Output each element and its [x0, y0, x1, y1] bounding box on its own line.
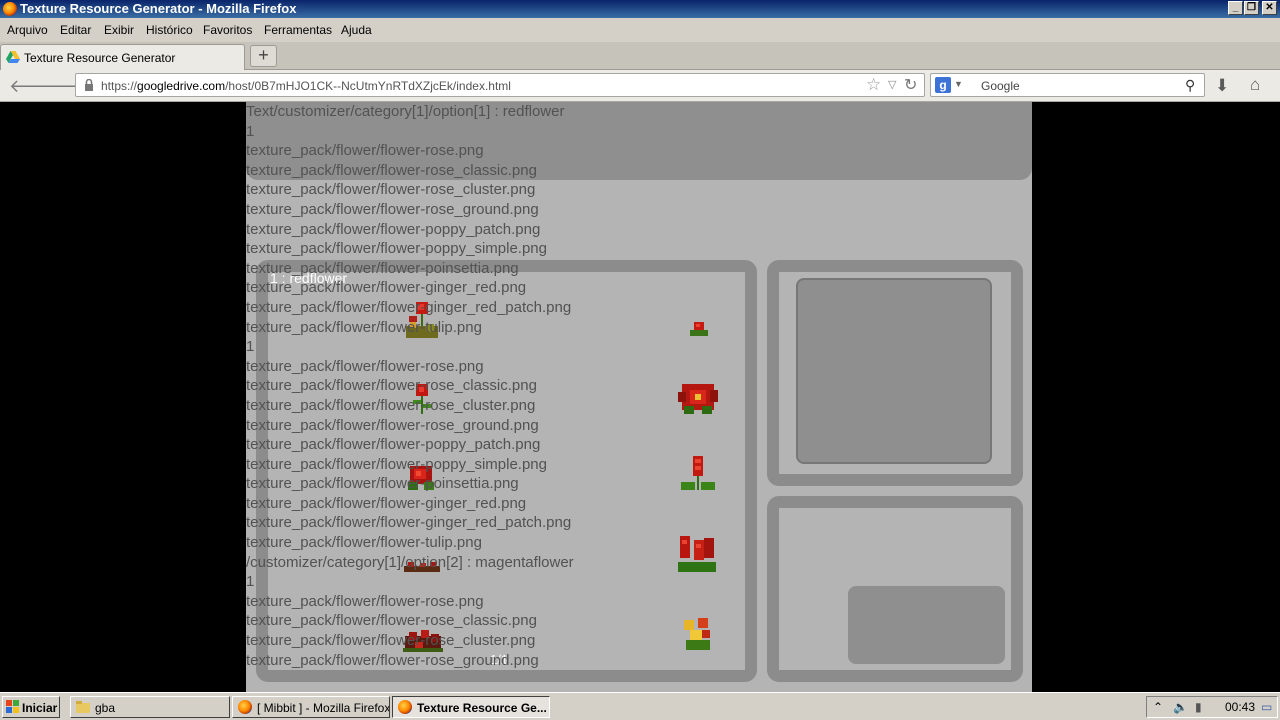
new-tab-button[interactable]: + [250, 45, 277, 67]
google-drive-icon [6, 51, 20, 63]
lock-icon [85, 79, 93, 91]
overlay-line: texture_pack/flower/flower-rose_cluster.… [246, 181, 536, 199]
overlay-line: texture_pack/flower/flower-poppy_patch.p… [246, 220, 541, 238]
search-icon[interactable]: ⚲ [1185, 77, 1195, 94]
overlay-line: texture_pack/flower/flower-rose.png [246, 357, 484, 375]
overlay-line: texture_pack/flower/flower-poppy_patch.p… [246, 436, 541, 454]
overlay-line: texture_pack/flower/flower-poinsettia.pn… [246, 259, 519, 277]
start-button[interactable]: Iniciar [2, 696, 60, 718]
firefox-icon [3, 2, 17, 16]
debug-text-overlay: Text/customizer/category[1]/option[1] : … [246, 102, 1032, 670]
overlay-line: texture_pack/flower/flower-tulip.png [246, 534, 482, 552]
engine-dropdown-icon[interactable]: ▼ [954, 79, 963, 89]
tab-texture-resource-generator[interactable]: Texture Resource Generator [0, 44, 245, 70]
overlay-line: texture_pack/flower/flower-rose_cluster.… [246, 396, 536, 414]
close-button[interactable]: ✕ [1262, 1, 1277, 15]
home-icon[interactable]: ⌂ [1250, 75, 1260, 95]
address-bar[interactable]: https://googledrive.com/host/0B7mHJO1CK-… [75, 73, 925, 97]
menu-historico[interactable]: Histórico [146, 23, 193, 37]
texture-generator-app: 1 : redflower 1/1 Text/customizer/catego… [246, 102, 1032, 692]
taskbar-item-label: gba [95, 701, 116, 715]
url-path: /host/0B7mHJO1CK--NcUtmYnRTdXZjcEk/index… [225, 79, 511, 93]
overlay-line: texture_pack/flower/flower-poppy_simple.… [246, 455, 547, 473]
google-engine-icon[interactable]: g [935, 77, 951, 93]
menu-favoritos[interactable]: Favoritos [203, 23, 252, 37]
bookmark-star-icon[interactable]: ☆ [866, 75, 881, 95]
menu-ferramentas[interactable]: Ferramentas [264, 23, 332, 37]
menu-exibir[interactable]: Exibir [104, 23, 134, 37]
overlay-line: texture_pack/flower/flower-ginger_red.pn… [246, 279, 527, 297]
overlay-line: 1 [246, 338, 255, 356]
url-text: https://googledrive.com/host/0B7mHJO1CK-… [101, 79, 511, 93]
minimize-button[interactable]: _ [1228, 1, 1243, 15]
tab-bar: Texture Resource Generator + [0, 42, 1280, 70]
reload-icon[interactable]: ↻ [904, 75, 917, 95]
url-host: googledrive.com [137, 79, 226, 93]
menu-arquivo[interactable]: Arquivo [7, 23, 48, 37]
start-label: Iniciar [22, 701, 58, 715]
taskbar-item-gba[interactable]: gba [70, 696, 230, 718]
overlay-line: texture_pack/flower/flower-tulip.png [246, 318, 482, 336]
volume-icon[interactable]: 🔈 [1173, 700, 1188, 714]
overlay-line: texture_pack/flower/flower-ginger_red.pn… [246, 494, 527, 512]
page-content: 1 : redflower 1/1 Text/customizer/catego… [0, 102, 1280, 692]
tab-label: Texture Resource Generator [24, 51, 176, 65]
folder-icon [76, 701, 90, 713]
overlay-line: texture_pack/flower/flower-ginger_red_pa… [246, 298, 572, 316]
overlay-line: texture_pack/flower/flower-rose_ground.p… [246, 416, 539, 434]
overlay-line: texture_pack/flower/flower-ginger_red_pa… [246, 514, 572, 532]
taskbar-item-texture-generator[interactable]: Texture Resource Ge... [392, 696, 550, 718]
windows-flag-icon [6, 700, 19, 713]
search-input[interactable]: Google [981, 79, 1020, 93]
window-title: Texture Resource Generator - Mozilla Fir… [20, 1, 297, 16]
overlay-line: texture_pack/flower/flower-poppy_simple.… [246, 240, 547, 258]
history-dropdown-icon[interactable]: ▽ [888, 78, 896, 91]
url-prefix: https:// [101, 79, 138, 93]
overlay-line: texture_pack/flower/flower-rose.png [246, 592, 484, 610]
taskbar-item-mibbit[interactable]: [ Mibbit ] - Mozilla Firefox [232, 696, 390, 718]
firefox-icon [398, 700, 412, 714]
taskbar-item-label: [ Mibbit ] - Mozilla Firefox [257, 701, 390, 715]
clock: 00:43 [1225, 700, 1256, 714]
taskbar: Iniciar gba [ Mibbit ] - Mozilla Firefox… [0, 692, 1280, 720]
firefox-icon [238, 700, 252, 714]
restore-button[interactable]: ❐ [1244, 1, 1259, 15]
overlay-line: texture_pack/flower/flower-rose.png [246, 142, 484, 160]
overlay-line: texture_pack/flower/flower-poinsettia.pn… [246, 475, 519, 493]
taskbar-item-label: Texture Resource Ge... [417, 701, 547, 715]
overlay-line: 1 [246, 122, 255, 140]
overlay-line: texture_pack/flower/flower-rose_classic.… [246, 612, 537, 630]
show-desktop-icon[interactable]: ▭ [1261, 700, 1272, 714]
search-bar[interactable]: g ▼ Google ⚲ [930, 73, 1205, 97]
overlay-line: texture_pack/flower/flower-rose_classic.… [246, 377, 537, 395]
tray-expand-icon[interactable]: ⌃ [1153, 700, 1163, 714]
network-icon[interactable]: ▮ [1195, 700, 1202, 714]
menu-editar[interactable]: Editar [60, 23, 91, 37]
downloads-icon[interactable]: ⬇ [1215, 76, 1229, 96]
overlay-line: Text/customizer/category[1]/option[1] : … [246, 103, 565, 120]
navigation-bar: 🡐 🡒 https://googledrive.com/host/0B7mHJO… [0, 70, 1280, 102]
menu-bar: Arquivo Editar Exibir Histórico Favorito… [0, 18, 1280, 42]
overlay-line: 1 [246, 573, 255, 591]
overlay-line: texture_pack/flower/flower-rose_ground.p… [246, 200, 539, 218]
menu-ajuda[interactable]: Ajuda [341, 23, 372, 37]
overlay-line: /customizer/category[1]/option[2] : mage… [246, 553, 574, 571]
system-tray: ⌃ 🔈 ▮ 00:43 ▭ [1146, 696, 1278, 718]
overlay-line: texture_pack/flower/flower-rose_classic.… [246, 161, 537, 179]
window-titlebar: Texture Resource Generator - Mozilla Fir… [0, 0, 1280, 18]
overlay-line: texture_pack/flower/flower-rose_ground.p… [246, 651, 539, 669]
overlay-line: texture_pack/flower/flower-rose_cluster.… [246, 632, 536, 650]
